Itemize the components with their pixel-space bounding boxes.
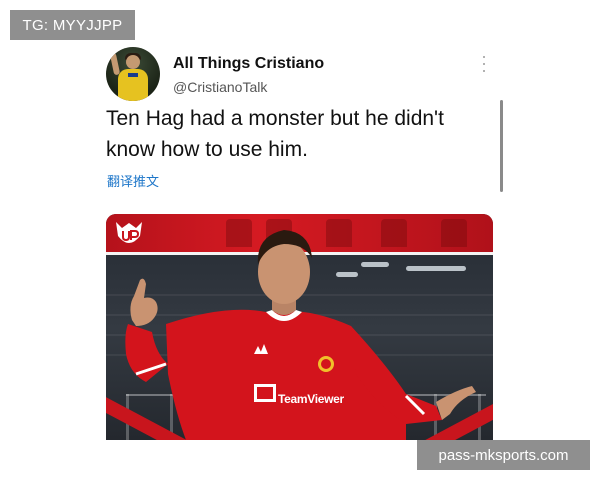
- sponsor-text: TeamViewer: [278, 392, 344, 406]
- tweet-media-image[interactable]: TeamViewer: [106, 214, 493, 440]
- tg-watermark-label: TG: MYYJJPP: [10, 10, 135, 40]
- site-watermark-label: pass-mksports.com: [417, 440, 590, 470]
- tweet-display-name[interactable]: All Things Cristiano: [173, 55, 324, 73]
- player-figure: [125, 230, 476, 440]
- avatar-head: [126, 55, 140, 69]
- tweet-handle[interactable]: @CristianoTalk: [173, 79, 267, 95]
- more-vertical-icon[interactable]: [480, 56, 488, 72]
- translate-tweet-link[interactable]: 翻译推文: [107, 171, 159, 190]
- avatar-arm: [109, 52, 121, 76]
- tweet-text: Ten Hag had a monster but he didn't know…: [106, 107, 444, 161]
- profile-avatar[interactable]: [106, 47, 160, 101]
- scrollbar[interactable]: [500, 100, 503, 192]
- avatar-stripe: [128, 73, 138, 77]
